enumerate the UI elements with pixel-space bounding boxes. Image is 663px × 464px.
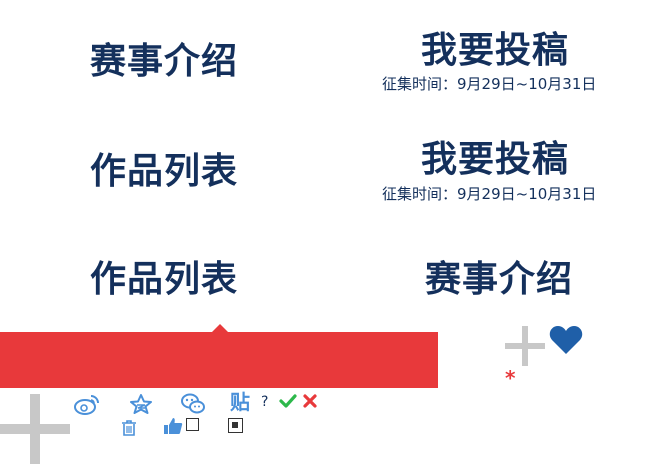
submit-title-2[interactable]: 我要投稿 — [421, 140, 569, 180]
red-banner-bar — [0, 332, 438, 388]
trash-icon[interactable] — [121, 419, 137, 437]
intro-title-2[interactable]: 赛事介绍 — [425, 260, 573, 300]
checkbox-checked-icon[interactable] — [228, 418, 243, 433]
thumbs-up-icon[interactable] — [163, 417, 183, 435]
period-text-2: 征集时间：9月29日~10月31日 — [382, 185, 597, 203]
works-title-2[interactable]: 作品列表 — [90, 260, 238, 300]
qzone-star-icon[interactable] — [130, 394, 152, 414]
intro-title[interactable]: 赛事介绍 — [90, 42, 238, 82]
plus-large-icon[interactable] — [0, 394, 70, 464]
tieba-icon[interactable]: 贴 — [230, 392, 250, 412]
required-asterisk-icon: * — [505, 366, 516, 390]
heart-icon[interactable] — [549, 325, 583, 355]
checkbox-icon[interactable] — [186, 418, 199, 431]
weibo-icon[interactable] — [74, 393, 100, 415]
question-icon[interactable]: ? — [261, 395, 268, 409]
check-icon[interactable] — [279, 394, 297, 408]
close-icon[interactable] — [303, 394, 317, 408]
period-text-1: 征集时间：9月29日~10月31日 — [382, 75, 597, 93]
wechat-icon[interactable] — [181, 393, 205, 415]
submit-title-1[interactable]: 我要投稿 — [421, 31, 569, 71]
works-title-1[interactable]: 作品列表 — [90, 152, 238, 192]
plus-icon[interactable] — [505, 326, 545, 366]
red-bar-pointer — [212, 324, 228, 332]
